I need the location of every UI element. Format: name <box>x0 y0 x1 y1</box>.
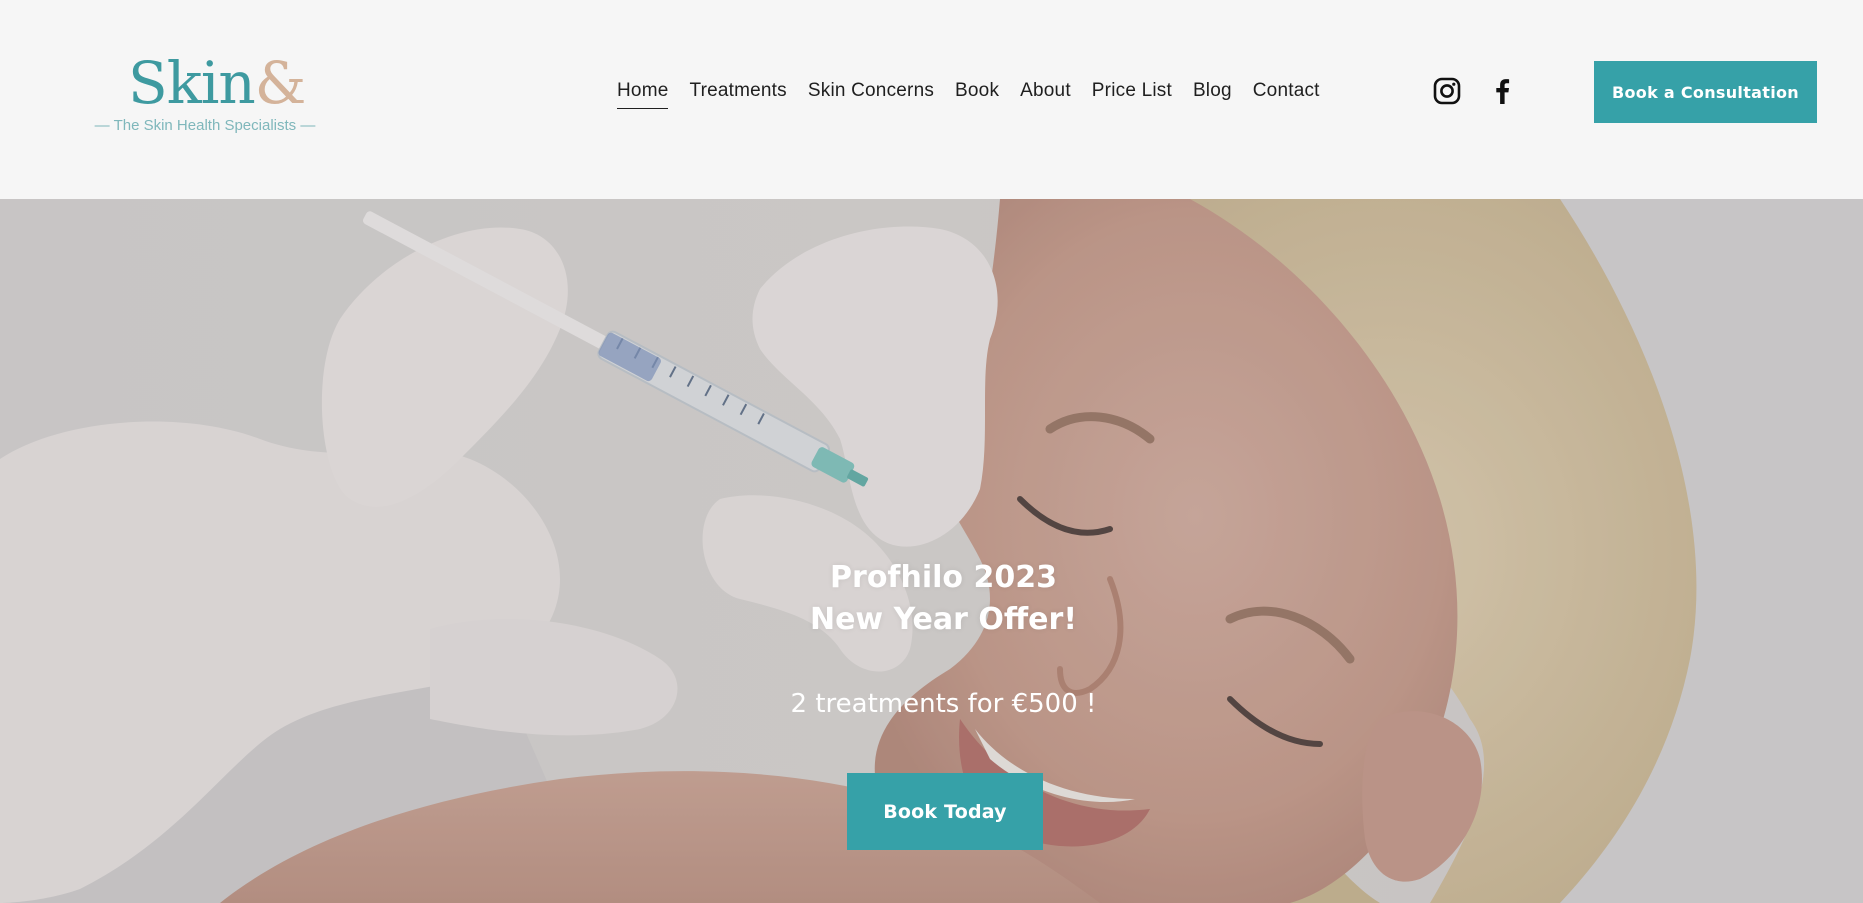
logo-ampersand: & <box>254 49 307 117</box>
site-header: Skin& — The Skin Health Specialists — Ho… <box>0 0 1863 199</box>
nav-link-contact[interactable]: Contact <box>1253 78 1320 108</box>
instagram-icon[interactable] <box>1432 76 1462 106</box>
nav-link-treatments[interactable]: Treatments <box>689 78 786 108</box>
hero-offer-text: 2 treatments for €500 ! <box>790 689 1097 719</box>
main-navigation: Home Treatments Skin Concerns Book About… <box>617 78 1320 114</box>
hero-title-line-2: New Year Offer! <box>809 602 1078 637</box>
site-logo[interactable]: Skin& — The Skin Health Specialists — <box>80 48 330 144</box>
book-today-button[interactable]: Book Today <box>847 773 1043 850</box>
nav-link-blog[interactable]: Blog <box>1193 78 1232 108</box>
nav-link-skin-concerns[interactable]: Skin Concerns <box>808 78 934 108</box>
facebook-icon[interactable] <box>1488 76 1518 106</box>
nav-link-book[interactable]: Book <box>955 78 999 108</box>
nav-link-home[interactable]: Home <box>617 78 669 109</box>
hero-title-line-1: Profhilo 2023 <box>830 560 1057 595</box>
logo-tagline: — The Skin Health Specialists — <box>94 117 316 134</box>
book-consultation-button[interactable]: Book a Consultation <box>1594 61 1817 123</box>
hero-title: Profhilo 2023 New Year Offer! <box>731 557 1156 641</box>
logo-wordmark: Skin& <box>128 49 307 117</box>
nav-link-about[interactable]: About <box>1020 78 1071 108</box>
nav-link-price-list[interactable]: Price List <box>1092 78 1172 108</box>
hero-section: Profhilo 2023 New Year Offer! 2 treatmen… <box>0 199 1863 903</box>
